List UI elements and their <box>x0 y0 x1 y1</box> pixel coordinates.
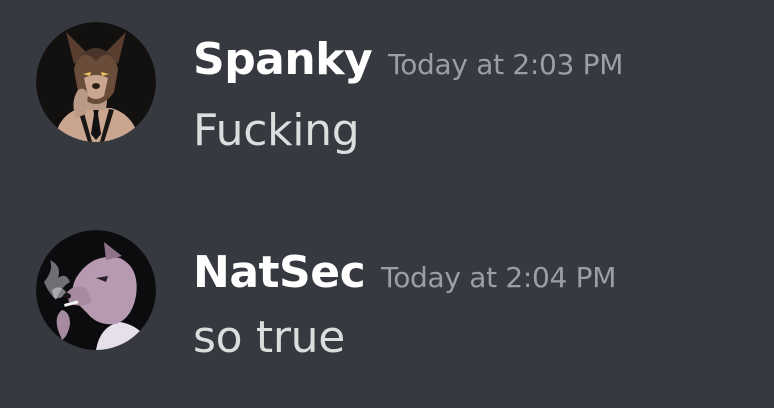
message-item: Spanky Today at 2:03 PM Fucking <box>0 0 774 190</box>
message-header: NatSec Today at 2:04 PM <box>193 247 616 298</box>
timestamp[interactable]: Today at 2:03 PM <box>388 48 623 81</box>
timestamp[interactable]: Today at 2:04 PM <box>381 261 616 294</box>
username[interactable]: NatSec <box>193 247 366 298</box>
avatar[interactable] <box>36 230 156 350</box>
message-content: Fucking <box>193 105 360 156</box>
smoking-dog-avatar-icon <box>36 230 156 350</box>
message-header: Spanky Today at 2:03 PM <box>193 34 623 85</box>
wolf-avatar-icon <box>36 22 156 142</box>
message-item: NatSec Today at 2:04 PM so true <box>0 205 774 395</box>
username[interactable]: Spanky <box>193 34 373 85</box>
message-content: so true <box>193 312 346 363</box>
avatar[interactable] <box>36 22 156 142</box>
